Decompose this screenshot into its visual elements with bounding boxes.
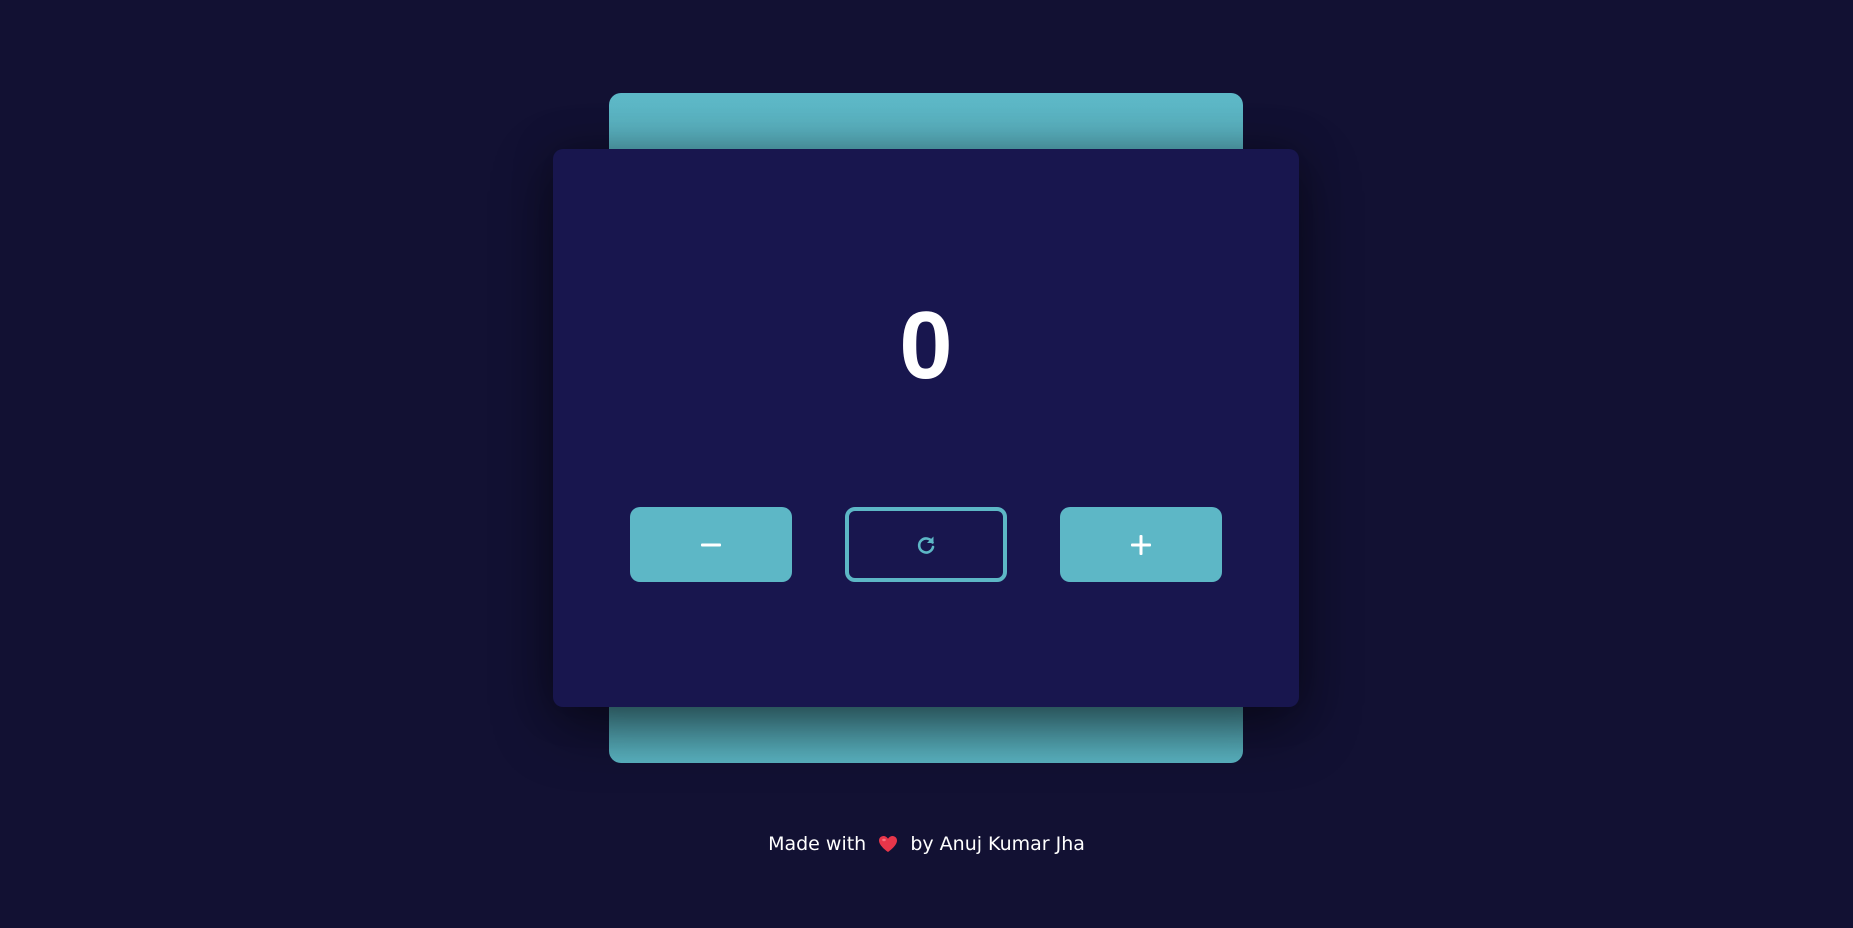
- heart-icon: [878, 834, 898, 860]
- reset-button[interactable]: [845, 507, 1007, 582]
- counter-card: 0: [553, 149, 1299, 707]
- counter-value: 0: [899, 292, 953, 399]
- refresh-icon: [917, 536, 935, 554]
- page: 0 Made with by Anuj Kumar Jha: [0, 0, 1853, 928]
- footer-prefix: Made with: [768, 833, 867, 855]
- minus-icon: [701, 543, 721, 546]
- increment-button[interactable]: [1060, 507, 1222, 582]
- plus-icon: [1131, 534, 1151, 555]
- footer-author: by Anuj Kumar Jha: [910, 833, 1085, 855]
- decrement-button[interactable]: [630, 507, 792, 582]
- footer: Made with by Anuj Kumar Jha: [0, 831, 1853, 860]
